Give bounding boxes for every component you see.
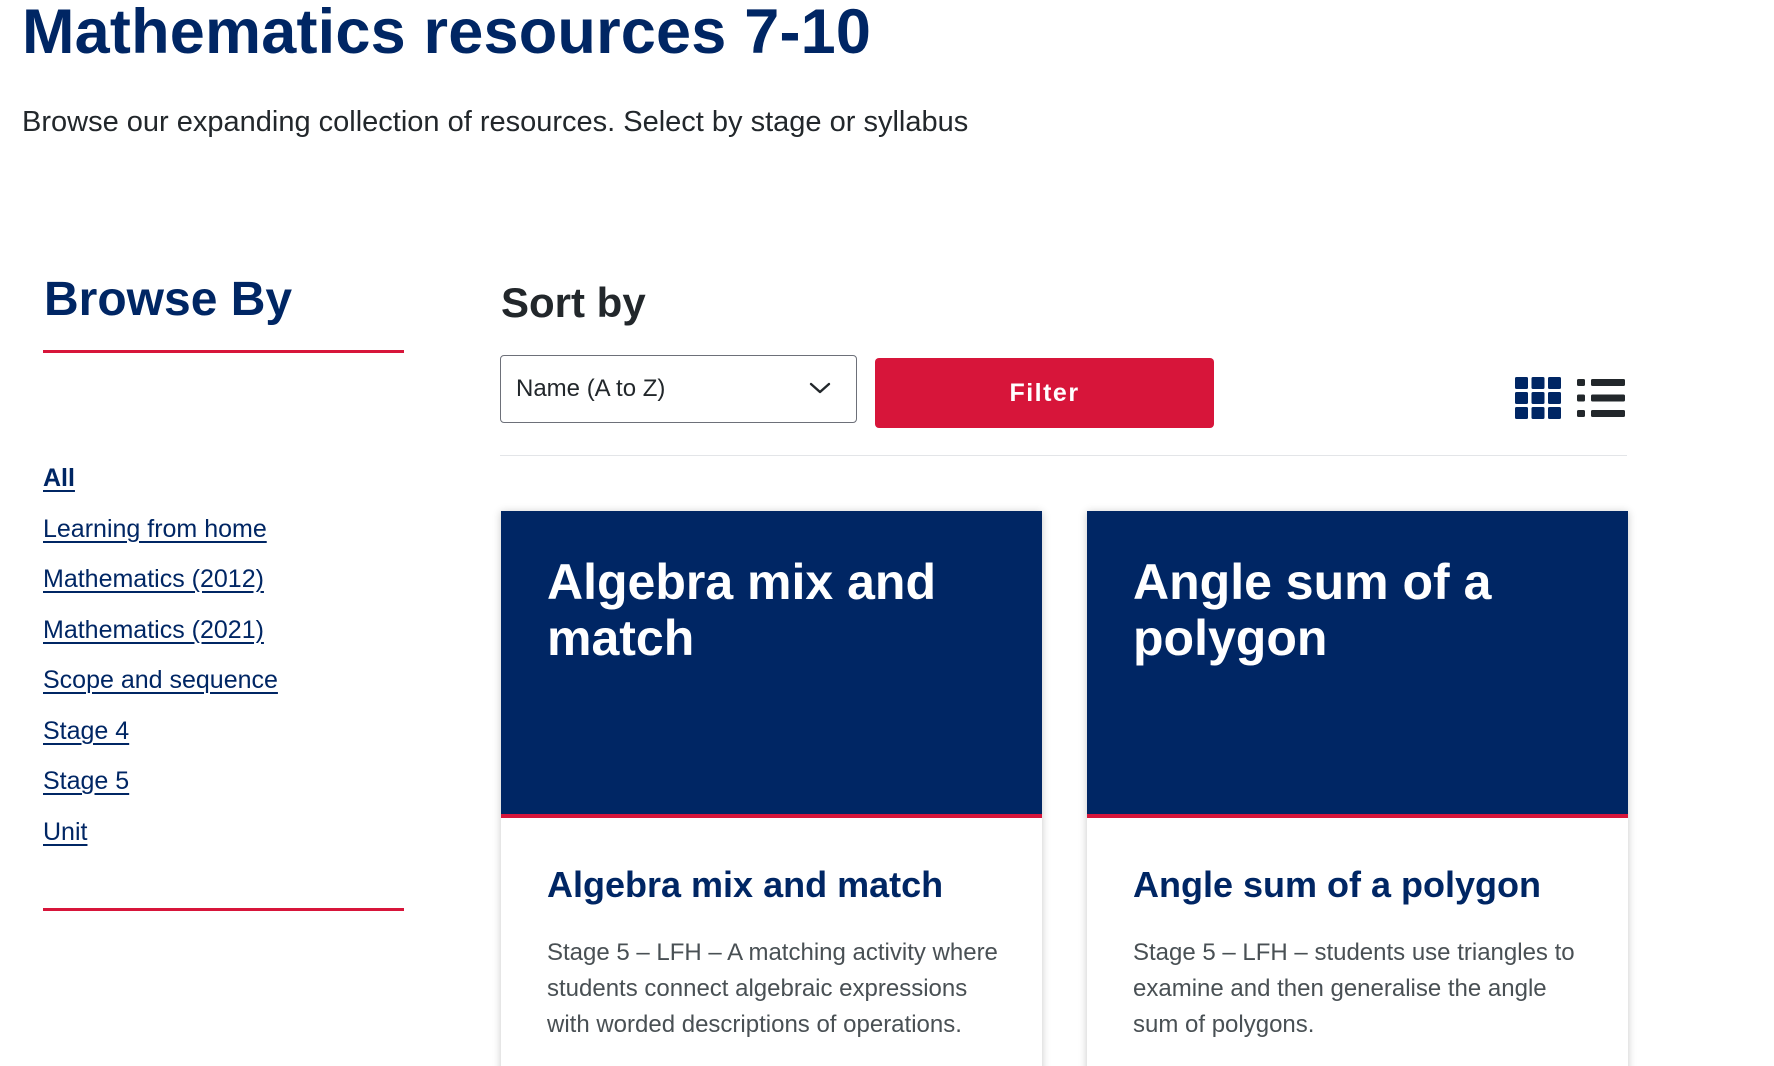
sort-select[interactable]: Name (A to Z) [500, 355, 857, 423]
browse-link-stage-4[interactable]: Stage 4 [43, 717, 129, 745]
grid-view-icon[interactable] [1515, 377, 1561, 419]
browse-by-heading: Browse By [44, 273, 293, 326]
sort-select-value: Name (A to Z) [516, 375, 666, 402]
card-description: Stage 5 – LFH – A matching activity wher… [547, 939, 998, 1038]
card-banner-title: Algebra mix and match [547, 554, 936, 666]
browse-link-learning-from-home[interactable]: Learning from home [43, 515, 267, 543]
resource-card-algebra-mix-and-match[interactable]: Algebra mix and match Algebra mix and ma… [501, 511, 1042, 1066]
browse-by-list: All Learning from home Mathematics (2012… [43, 458, 278, 862]
chevron-down-icon [809, 382, 831, 394]
card-title[interactable]: Algebra mix and match [547, 863, 1012, 907]
browse-item: Stage 5 [43, 761, 278, 812]
card-description: Stage 5 – LFH – students use triangles t… [1133, 939, 1575, 1038]
browse-link-stage-5[interactable]: Stage 5 [43, 767, 129, 795]
toolbar-divider [500, 455, 1627, 456]
card-title[interactable]: Angle sum of a polygon [1133, 863, 1598, 907]
browse-item: Unit [43, 812, 278, 863]
browse-link-mathematics-2012[interactable]: Mathematics (2012) [43, 565, 264, 593]
list-view-icon[interactable] [1577, 377, 1625, 419]
page: Mathematics resources 7-10 Browse our ex… [0, 0, 1774, 1066]
sort-by-heading: Sort by [501, 279, 646, 326]
browse-item: All [43, 458, 278, 509]
card-banner: Algebra mix and match [501, 511, 1042, 818]
browse-link-scope-and-sequence[interactable]: Scope and sequence [43, 666, 278, 694]
browse-item: Mathematics (2021) [43, 610, 278, 661]
browse-item: Scope and sequence [43, 660, 278, 711]
browse-by-bottom-divider [43, 908, 404, 911]
browse-link-unit[interactable]: Unit [43, 818, 87, 846]
card-banner: Angle sum of a polygon [1087, 511, 1628, 818]
browse-item: Mathematics (2012) [43, 559, 278, 610]
page-intro: Browse our expanding collection of resou… [22, 106, 969, 138]
card-banner-title: Angle sum of a polygon [1133, 554, 1492, 666]
filter-button[interactable]: Filter [875, 358, 1214, 428]
browse-by-top-divider [43, 350, 404, 353]
browse-link-mathematics-2021[interactable]: Mathematics (2021) [43, 616, 264, 644]
page-title: Mathematics resources 7-10 [22, 0, 872, 67]
browse-link-all[interactable]: All [43, 464, 75, 492]
browse-item: Stage 4 [43, 711, 278, 762]
resource-card-angle-sum-of-a-polygon[interactable]: Angle sum of a polygon Angle sum of a po… [1087, 511, 1628, 1066]
browse-item: Learning from home [43, 509, 278, 560]
